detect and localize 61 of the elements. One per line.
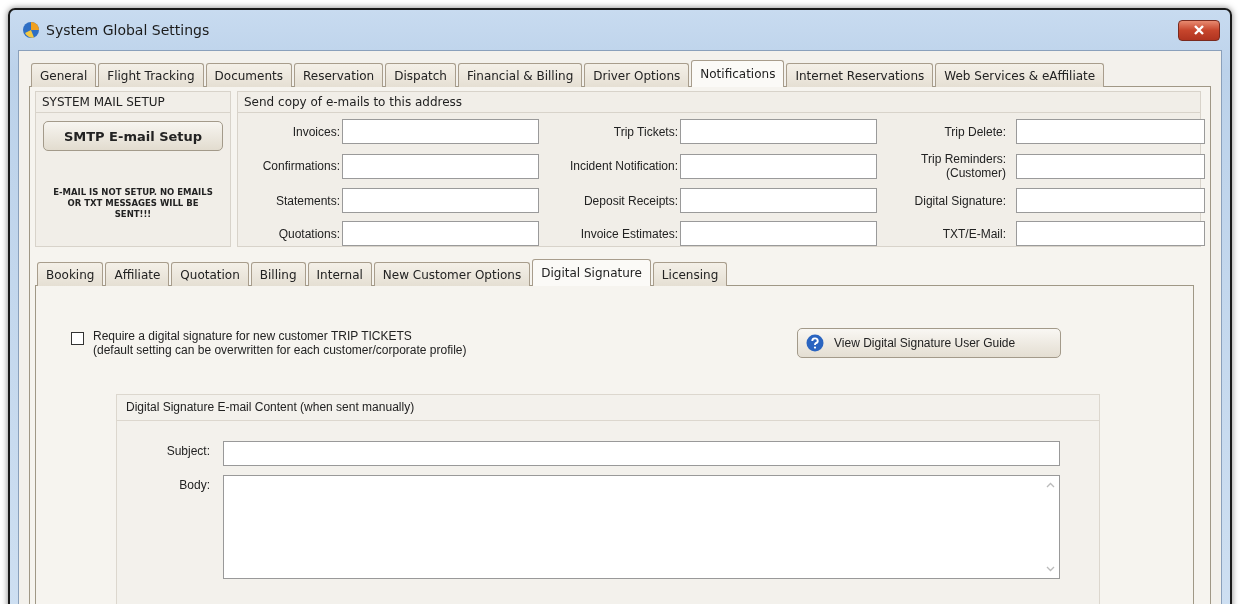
body-field[interactable]: [223, 475, 1060, 579]
warning-text: E-MAIL IS NOT SETUP. NO EMAILS OR TXT MESSAGES WILL BE SENT!!!: [52, 187, 214, 220]
field-label: Invoice Estimates:: [579, 226, 678, 241]
subject-field[interactable]: [223, 441, 1060, 466]
field-label: Quotations:: [277, 226, 340, 241]
tab[interactable]: Internet Reservations: [786, 63, 934, 87]
field-label: Digital Signature:: [913, 193, 1006, 208]
tab[interactable]: Driver Options: [584, 63, 690, 87]
email-field[interactable]: [680, 119, 877, 144]
field-label: Trip Tickets:: [612, 124, 678, 139]
email-field[interactable]: [342, 188, 539, 213]
window-title: System Global Settings: [46, 22, 210, 38]
tab[interactable]: Documents: [205, 63, 292, 87]
tab[interactable]: Internal: [307, 262, 372, 286]
email-field[interactable]: [680, 221, 877, 246]
email-field[interactable]: [680, 153, 877, 179]
tab[interactable]: Dispatch: [385, 63, 456, 87]
email-field[interactable]: [1016, 221, 1205, 246]
email-field[interactable]: [342, 119, 539, 144]
user-guide-button[interactable]: View Digital Signature User Guide: [797, 328, 1061, 358]
tab[interactable]: Affiliate: [105, 262, 170, 286]
tab[interactable]: Flight Tracking: [98, 63, 204, 87]
email-field[interactable]: [1016, 153, 1205, 179]
tab[interactable]: Billing: [250, 262, 306, 286]
checkbox[interactable]: [71, 332, 84, 345]
email-field[interactable]: [680, 188, 877, 213]
field-label: TXT/E-Mail:: [941, 226, 1006, 241]
field-label: Deposit Receipts:: [582, 193, 678, 208]
email-field[interactable]: [342, 153, 539, 179]
field-label: Trip Delete:: [943, 124, 1006, 139]
field-label: Incident Notification:: [568, 159, 678, 173]
box-title: SYSTEM MAIL SETUP: [36, 92, 230, 113]
email-field[interactable]: [1016, 119, 1205, 144]
smtp-setup-button[interactable]: SMTP E-mail Setup: [43, 121, 223, 151]
scroll-down-icon: [1045, 566, 1055, 572]
group-title: Digital Signature E-mail Content (when sent manually): [117, 395, 1099, 421]
body-label: Body:: [178, 477, 210, 492]
email-field[interactable]: [1016, 188, 1205, 213]
tab[interactable]: Licensing: [652, 262, 728, 286]
tab[interactable]: Digital Signature: [532, 259, 651, 286]
field-label: Invoices:: [291, 124, 340, 139]
checkbox-note: (default setting can be overwritten for each customer/corporate profile): [93, 343, 467, 357]
help-icon: [806, 334, 824, 352]
field-label: Confirmations:: [261, 159, 340, 173]
field-label: Statements:: [274, 193, 340, 208]
field-label: Trip Reminders: (Customer): [920, 152, 1006, 180]
close-button[interactable]: [1178, 19, 1220, 41]
box-title: Send copy of e-mails to this address: [238, 92, 1200, 113]
checkbox-label: Require a digital signature for new customer TRIP TICKETS: [93, 329, 413, 343]
subject-label: Subject:: [165, 443, 210, 458]
tab[interactable]: Reservation: [294, 63, 384, 87]
tab[interactable]: New Customer Options: [373, 262, 531, 286]
tab[interactable]: Financial & Billing: [457, 63, 583, 87]
tab[interactable]: Quotation: [171, 262, 249, 286]
tab[interactable]: Booking: [37, 262, 104, 286]
close-icon: [1193, 25, 1205, 35]
scroll-up-icon: [1045, 482, 1055, 488]
email-field[interactable]: [342, 221, 539, 246]
tab[interactable]: Notifications: [691, 60, 785, 87]
tab[interactable]: Web Services & eAffiliate: [935, 63, 1105, 87]
tab[interactable]: General: [31, 63, 97, 87]
